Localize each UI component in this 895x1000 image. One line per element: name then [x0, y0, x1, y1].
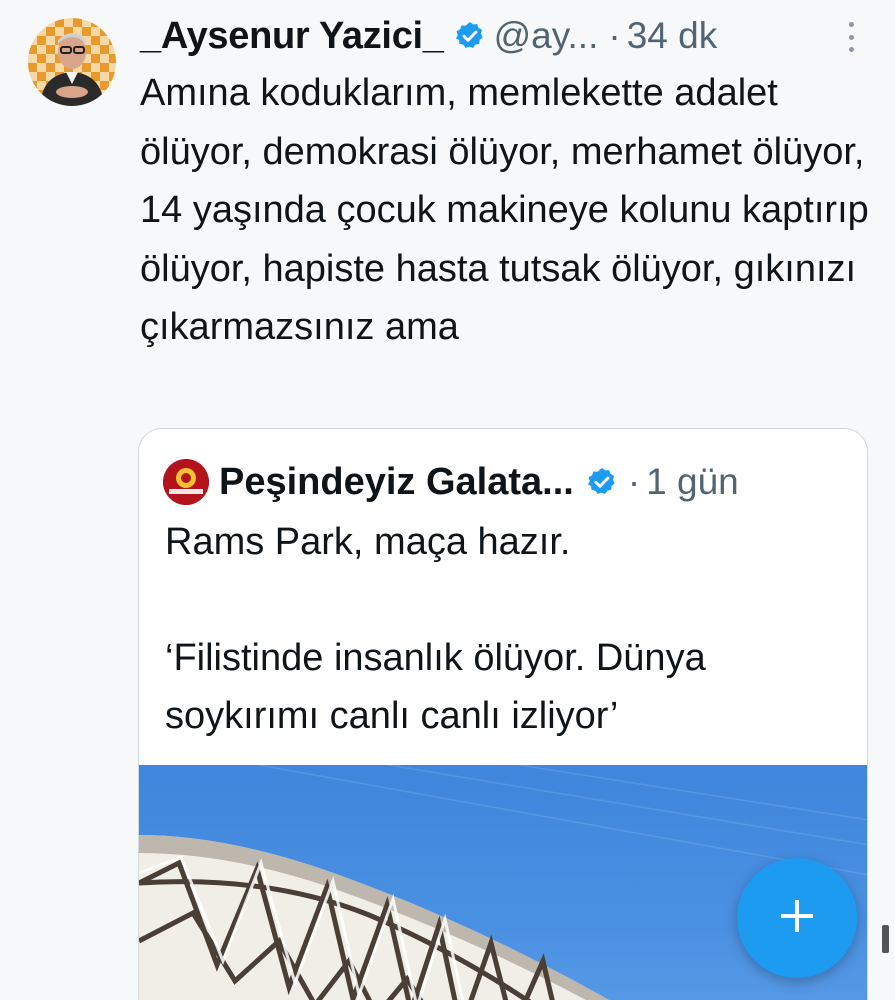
header-separator: · [608, 15, 621, 56]
quoted-header-separator: · [627, 461, 641, 502]
tweet[interactable]: _Aysenur Yazici_ @ay... · 34 dk Amına ko… [0, 0, 895, 1000]
more-options-icon[interactable] [842, 22, 860, 52]
compose-button[interactable] [737, 858, 857, 978]
quoted-tweet-timestamp[interactable]: 1 gün [646, 461, 739, 503]
author-avatar[interactable] [28, 18, 116, 106]
author-handle[interactable]: @ay... [494, 15, 599, 57]
author-name[interactable]: _Aysenur Yazici_ [140, 15, 444, 58]
plus-icon [777, 896, 817, 941]
quoted-text-line: Rams Park, maça hazır. [165, 521, 571, 563]
tweet-timestamp[interactable]: 34 dk [627, 15, 718, 57]
quoted-author-name[interactable]: Peşindeyiz Galata... [219, 461, 574, 504]
quoted-text-line: ‘Filistinde insanlık ölüyor. Dünya soykı… [165, 637, 706, 737]
quoted-author-avatar [163, 459, 209, 505]
verified-badge-icon [454, 20, 486, 52]
tweet-header: _Aysenur Yazici_ @ay... · 34 dk [140, 6, 717, 66]
quoted-tweet-header: Peşindeyiz Galata... · 1 gün [163, 447, 739, 517]
scrollbar-thumb[interactable] [882, 925, 889, 953]
verified-badge-icon [586, 466, 618, 498]
tweet-text: Amına koduklarım, memlekette adalet ölüy… [140, 72, 869, 348]
quoted-tweet-text: Rams Park, maça hazır. ‘Filistinde insan… [165, 513, 855, 745]
